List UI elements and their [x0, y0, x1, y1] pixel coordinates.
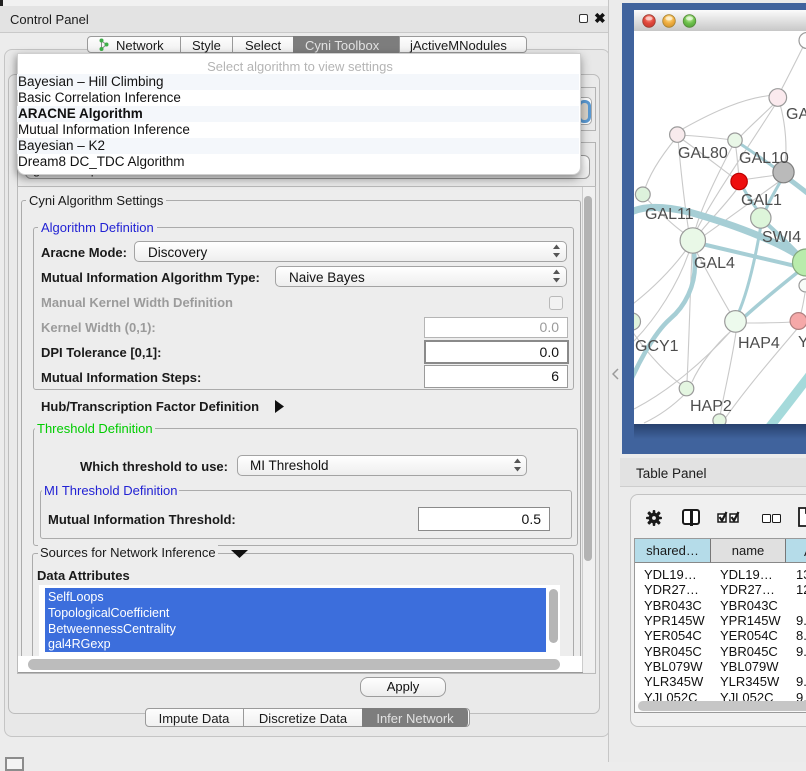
svg-text:YBR: YBR [798, 334, 806, 351]
svg-text:HAP4: HAP4 [738, 335, 780, 352]
svg-text:GAL10: GAL10 [739, 150, 789, 167]
svg-text:HAP2: HAP2 [690, 398, 732, 415]
svg-text:GAL80: GAL80 [678, 145, 728, 162]
svg-text:GAL1: GAL1 [741, 192, 782, 209]
svg-text:GAL2: GAL2 [786, 106, 806, 123]
svg-text:SWI4: SWI4 [762, 229, 801, 246]
svg-text:GAL4: GAL4 [694, 255, 735, 272]
svg-text:GCY1: GCY1 [635, 338, 679, 355]
svg-text:GAL11: GAL11 [645, 206, 694, 223]
